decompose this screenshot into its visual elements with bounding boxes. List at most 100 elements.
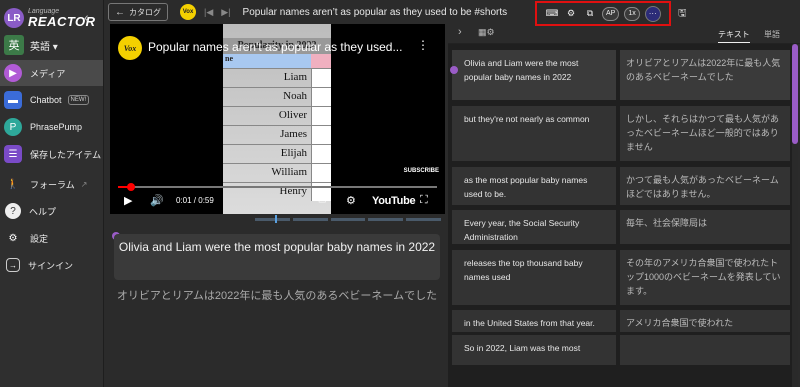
card-name: Oliver	[278, 109, 307, 121]
back-arrow-icon: ←	[115, 6, 125, 18]
collapse-sidebar-button[interactable]: ‹	[84, 9, 89, 25]
logo-mark-icon: LR	[4, 8, 24, 28]
transcript-row[interactable]: releases the top thousand baby names use…	[452, 250, 790, 305]
subscribe-label[interactable]: SUBSCRIBE	[404, 168, 439, 174]
sidebar-item-label: ヘルプ	[29, 206, 57, 217]
sidebar-item-forum[interactable]: 🚶 フォーラム ↗	[0, 171, 103, 197]
youtube-logo[interactable]: YouTube	[372, 195, 416, 207]
subtitle-translation[interactable]: オリビアとリアムは2022年に最も人気のあるベビーネームでした	[114, 288, 440, 304]
transcript-translation[interactable]: 毎年、社会保障局は	[620, 210, 790, 244]
sidebar-item-label: Chatbot	[30, 95, 62, 105]
gear-icon[interactable]: ⚙	[564, 7, 578, 21]
card-cell	[311, 126, 331, 144]
transcript-english[interactable]: releases the top thousand baby names use…	[452, 250, 616, 305]
gear-icon[interactable]: ⚙	[346, 194, 356, 207]
transcript-translation[interactable]: しかし、それらはかつて最も人気があったベビーネームほど一般的ではありません	[620, 106, 790, 161]
player-title[interactable]: Popular names aren't as popular as they …	[148, 40, 402, 54]
card-cell	[311, 88, 331, 106]
transcript-row[interactable]: in the United States from that year. アメリカ…	[452, 310, 790, 332]
sidebar-item-phrasepump[interactable]: P PhrasePump	[0, 114, 103, 140]
transcript-english[interactable]: in the United States from that year.	[452, 310, 616, 332]
more-options-button[interactable]: ···	[644, 5, 661, 22]
grid-settings-icon[interactable]: ▦⚙	[478, 27, 495, 38]
card-name-row: Henry	[223, 182, 331, 201]
save-icon[interactable]: 🖫	[678, 6, 687, 23]
catalog-button[interactable]: ← カタログ	[108, 3, 168, 21]
sidebar-item-signin[interactable]: → サインイン	[0, 252, 103, 278]
app-logo[interactable]: LR Language REACTOR	[4, 6, 96, 30]
help-icon: ?	[5, 203, 21, 219]
language-selector[interactable]: 英 英語 ▾	[4, 34, 100, 56]
card-subhead: ne	[223, 54, 311, 68]
play-icon: ▶	[4, 64, 22, 82]
tab-words[interactable]: 単語	[764, 29, 780, 40]
time-display: 0:01 / 0:59	[176, 196, 214, 205]
transcript-english[interactable]: Olivia and Liam were the most popular ba…	[452, 50, 616, 100]
sidebar-item-label: PhrasePump	[30, 122, 83, 132]
app-window: LR Language REACTOR ‹ 英 英語 ▾ ▶ メディア ▬ Ch…	[0, 0, 800, 387]
card-name: Elijah	[280, 147, 307, 159]
card-name-row: Elijah	[223, 144, 331, 163]
tab-text[interactable]: テキスト	[718, 29, 750, 43]
sidebar: LR Language REACTOR ‹ 英 英語 ▾ ▶ メディア ▬ Ch…	[0, 0, 104, 387]
card-cell	[311, 107, 331, 125]
card-name: James	[280, 128, 307, 140]
channel-badge[interactable]: Vox	[180, 4, 196, 20]
transcript-english[interactable]: Every year, the Social Security Administ…	[452, 210, 616, 244]
speed-button[interactable]: 1x	[624, 6, 640, 21]
progress-knob[interactable]	[126, 183, 135, 191]
transcript-scrollbar[interactable]	[792, 44, 798, 387]
gear-icon: ⚙	[8, 232, 18, 244]
subtitles-icon[interactable]: ▭	[318, 195, 327, 206]
sidebar-item-media[interactable]: ▶ メディア	[0, 60, 103, 86]
channel-logo[interactable]: Vox	[118, 36, 142, 60]
sidebar-item-label: サインイン	[28, 260, 74, 271]
scroll-thumb[interactable]	[792, 44, 798, 144]
previous-icon[interactable]: |◀	[204, 7, 213, 18]
card-cell	[311, 69, 331, 87]
new-badge: NEW!	[67, 95, 90, 105]
sidebar-item-settings[interactable]: ⚙ 設定	[0, 225, 103, 251]
transcript-english[interactable]: but they're not nearly as common	[452, 106, 616, 161]
sidebar-item-help[interactable]: ? ヘルプ	[0, 198, 103, 224]
export-icon[interactable]: ⧉	[583, 7, 597, 21]
sidebar-item-chatbot[interactable]: ▬ Chatbot NEW!	[0, 87, 103, 113]
list-icon: ☰	[4, 145, 22, 163]
card-name: Liam	[283, 71, 307, 83]
subtitle-text[interactable]: Olivia and Liam were the most popular ba…	[114, 234, 440, 280]
transcript-row[interactable]: Every year, the Social Security Administ…	[452, 210, 790, 244]
subtitle-timeline[interactable]	[255, 218, 441, 221]
card-name: William	[271, 166, 307, 178]
volume-icon[interactable]: 🔊	[150, 194, 164, 207]
toolbar-group: ⌨ ⚙ ⧉ AP 1x ···	[535, 1, 671, 26]
sidebar-item-label: フォーラム	[30, 179, 75, 190]
chevron-right-icon[interactable]: ›	[458, 26, 462, 38]
transcript-row[interactable]: So in 2022, Liam was the most	[452, 335, 790, 365]
card-pink-cell	[311, 54, 331, 68]
progress-bar[interactable]	[118, 183, 437, 191]
transcript-english[interactable]: So in 2022, Liam was the most	[452, 335, 616, 365]
card-name-row: James	[223, 125, 331, 144]
auto-pause-button[interactable]: AP	[602, 6, 620, 21]
transcript-translation[interactable]: オリビアとリアムは2022年に最も人気のあるベビーネームでした	[620, 50, 790, 100]
transcript-translation[interactable]: かつて最も人気があったベビーネームほどではありません。	[620, 167, 790, 205]
fullscreen-icon[interactable]: ⛶	[420, 194, 428, 207]
transcript-english[interactable]: as the most popular baby names used to b…	[452, 167, 616, 205]
transcript-row[interactable]: Olivia and Liam were the most popular ba…	[450, 50, 790, 100]
video-player[interactable]: Popularity in 2022 ne Liam Noah Oliver Jame…	[110, 24, 445, 214]
transcript-translation[interactable]: その年のアメリカ合衆国で使われたトップ1000のベビーネームを発表しています。	[620, 250, 790, 305]
transcript-row[interactable]: as the most popular baby names used to b…	[452, 167, 790, 205]
card-cell	[311, 145, 331, 163]
sidebar-item-saved[interactable]: ☰ 保存したアイテム	[0, 141, 103, 167]
keyboard-icon[interactable]: ⌨	[545, 7, 559, 21]
video-title: Popular names aren’t as popular as they …	[242, 6, 508, 18]
transcript-row[interactable]: but they're not nearly as common しかし、それらは…	[452, 106, 790, 161]
transcript-translation[interactable]	[620, 335, 790, 365]
more-vert-icon[interactable]: ⋮	[417, 38, 429, 52]
language-badge: 英	[4, 35, 24, 55]
next-icon[interactable]: ▶|	[221, 7, 230, 18]
catalog-label: カタログ	[129, 7, 161, 17]
signin-icon: →	[6, 258, 20, 272]
transcript-translation[interactable]: アメリカ合衆国で使われた	[620, 310, 790, 332]
play-icon[interactable]: ▶	[124, 194, 132, 207]
